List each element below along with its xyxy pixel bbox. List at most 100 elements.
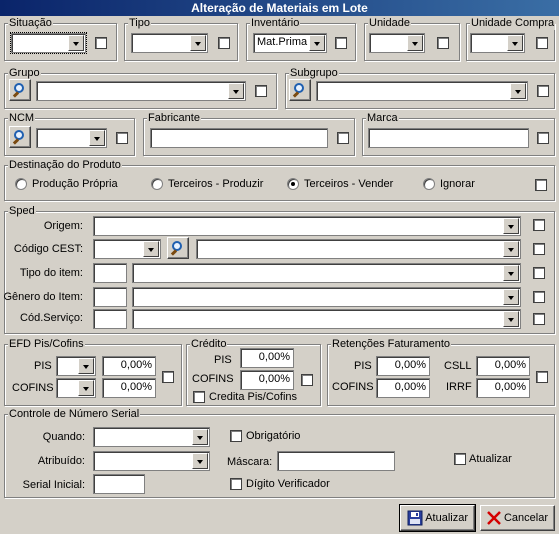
subgrupo-checkbox[interactable] bbox=[537, 85, 549, 97]
subgrupo-search-button[interactable] bbox=[289, 79, 311, 101]
genero-item-select[interactable] bbox=[132, 287, 521, 307]
chevron-down-icon[interactable] bbox=[309, 35, 325, 51]
origem-checkbox[interactable] bbox=[533, 219, 545, 231]
situacao-label: Situação bbox=[8, 16, 53, 30]
efd-cofins-rate-input[interactable]: 0,00% bbox=[102, 378, 156, 398]
retencoes-checkbox[interactable] bbox=[536, 371, 548, 383]
efd-cofins-label: COFINS bbox=[12, 382, 54, 394]
chevron-down-icon[interactable] bbox=[503, 218, 519, 234]
chevron-down-icon[interactable] bbox=[192, 429, 208, 445]
grupo-search-button[interactable] bbox=[9, 79, 31, 101]
ret-csll-rate-input[interactable]: 0,00% bbox=[476, 356, 530, 376]
atualizar-button[interactable]: Atualizar bbox=[399, 504, 476, 532]
ncm-checkbox[interactable] bbox=[116, 132, 128, 144]
efd-checkbox[interactable] bbox=[162, 371, 174, 383]
grupo-checkbox[interactable] bbox=[255, 85, 267, 97]
unidade-compra-select[interactable] bbox=[470, 33, 525, 53]
unidade-compra-checkbox[interactable] bbox=[536, 37, 548, 49]
cod-servico-code-input[interactable] bbox=[93, 309, 127, 329]
chevron-down-icon[interactable] bbox=[190, 35, 206, 51]
serial-quando-select[interactable] bbox=[93, 427, 210, 447]
tipo-item-checkbox[interactable] bbox=[533, 267, 545, 279]
efd-pis-select[interactable] bbox=[56, 356, 96, 376]
chevron-down-icon[interactable] bbox=[78, 358, 94, 374]
credito-pis-rate-input[interactable]: 0,00% bbox=[240, 348, 294, 368]
cancelar-button[interactable]: Cancelar bbox=[480, 505, 555, 531]
cest-search-button[interactable] bbox=[167, 237, 189, 259]
inventario-select[interactable]: Mat.Prima bbox=[253, 33, 327, 53]
situacao-select[interactable] bbox=[10, 32, 87, 54]
cod-servico-label: Cód.Serviço: bbox=[20, 312, 83, 324]
credito-checkbox[interactable] bbox=[301, 374, 313, 386]
radio-ignorar[interactable] bbox=[423, 178, 435, 190]
cest-select[interactable] bbox=[93, 239, 161, 259]
atualizar-serial-checkbox[interactable] bbox=[454, 453, 466, 465]
tipo-checkbox[interactable] bbox=[218, 37, 230, 49]
credito-cofins-rate-input[interactable]: 0,00% bbox=[240, 370, 294, 390]
credito-pis-label: PIS bbox=[214, 354, 232, 366]
chevron-down-icon[interactable] bbox=[192, 453, 208, 469]
genero-item-code-input[interactable] bbox=[93, 287, 127, 307]
chevron-down-icon[interactable] bbox=[503, 265, 519, 281]
atualizar-serial-label: Atualizar bbox=[469, 453, 512, 465]
ret-cofins-rate-input[interactable]: 0,00% bbox=[376, 378, 430, 398]
digito-verificador-checkbox[interactable] bbox=[230, 478, 242, 490]
ncm-search-button[interactable] bbox=[9, 126, 31, 148]
unidade-select[interactable] bbox=[369, 33, 425, 53]
ret-pis-rate-input[interactable]: 0,00% bbox=[376, 356, 430, 376]
obrigatorio-label: Obrigatório bbox=[246, 430, 301, 442]
efd-cofins-select[interactable] bbox=[56, 378, 96, 398]
ret-irrf-rate-input[interactable]: 0,00% bbox=[476, 378, 530, 398]
chevron-down-icon[interactable] bbox=[407, 35, 423, 51]
ncm-select[interactable] bbox=[36, 128, 107, 148]
serial-inicial-label: Serial Inicial: bbox=[22, 479, 85, 491]
chevron-down-icon[interactable] bbox=[503, 289, 519, 305]
efd-pis-rate-input[interactable]: 0,00% bbox=[102, 356, 156, 376]
serial-label: Controle de Número Serial bbox=[8, 407, 141, 421]
mascara-input[interactable] bbox=[277, 451, 395, 471]
marca-checkbox[interactable] bbox=[537, 132, 549, 144]
marca-input[interactable] bbox=[368, 128, 529, 148]
unidade-checkbox[interactable] bbox=[437, 37, 449, 49]
cancelar-button-label: Cancelar bbox=[503, 512, 548, 524]
fabricante-input[interactable] bbox=[150, 128, 328, 148]
chevron-down-icon[interactable] bbox=[143, 241, 159, 257]
radio-ignorar-label: Ignorar bbox=[440, 178, 475, 190]
genero-item-checkbox[interactable] bbox=[533, 291, 545, 303]
chevron-down-icon[interactable] bbox=[68, 35, 84, 51]
tipo-select[interactable] bbox=[131, 33, 208, 53]
chevron-down-icon[interactable] bbox=[510, 83, 526, 99]
tipo-item-select[interactable] bbox=[132, 263, 521, 283]
chevron-down-icon[interactable] bbox=[503, 241, 519, 257]
situacao-checkbox[interactable] bbox=[95, 37, 107, 49]
ret-csll-label: CSLL bbox=[444, 360, 472, 372]
chevron-down-icon[interactable] bbox=[89, 130, 105, 146]
unidade-compra-label: Unidade Compra bbox=[470, 16, 556, 30]
radio-producao-propria[interactable] bbox=[15, 178, 27, 190]
chevron-down-icon[interactable] bbox=[78, 380, 94, 396]
grupo-select[interactable] bbox=[36, 81, 246, 101]
credito-cofins-label: COFINS bbox=[192, 373, 234, 385]
radio-terceiros-vender[interactable] bbox=[287, 178, 299, 190]
serial-inicial-input[interactable] bbox=[93, 474, 145, 494]
chevron-down-icon[interactable] bbox=[228, 83, 244, 99]
destinacao-checkbox[interactable] bbox=[535, 179, 547, 191]
serial-atribuido-select[interactable] bbox=[93, 451, 210, 471]
radio-terceiros-produzir[interactable] bbox=[151, 178, 163, 190]
cod-servico-checkbox[interactable] bbox=[533, 313, 545, 325]
chevron-down-icon[interactable] bbox=[503, 311, 519, 327]
genero-item-label: Gênero do Item: bbox=[3, 291, 84, 303]
tipo-label: Tipo bbox=[128, 16, 151, 30]
subgrupo-select[interactable] bbox=[316, 81, 528, 101]
cod-servico-select[interactable] bbox=[132, 309, 521, 329]
chevron-down-icon[interactable] bbox=[507, 35, 523, 51]
obrigatorio-checkbox[interactable] bbox=[230, 430, 242, 442]
credita-pis-cofins-checkbox[interactable] bbox=[193, 391, 205, 403]
radio-terceiros-vender-label: Terceiros - Vender bbox=[304, 178, 394, 190]
inventario-checkbox[interactable] bbox=[335, 37, 347, 49]
origem-select[interactable] bbox=[93, 216, 521, 236]
cest-checkbox[interactable] bbox=[533, 243, 545, 255]
tipo-item-code-input[interactable] bbox=[93, 263, 127, 283]
fabricante-checkbox[interactable] bbox=[337, 132, 349, 144]
cest-description-select[interactable] bbox=[196, 239, 521, 259]
